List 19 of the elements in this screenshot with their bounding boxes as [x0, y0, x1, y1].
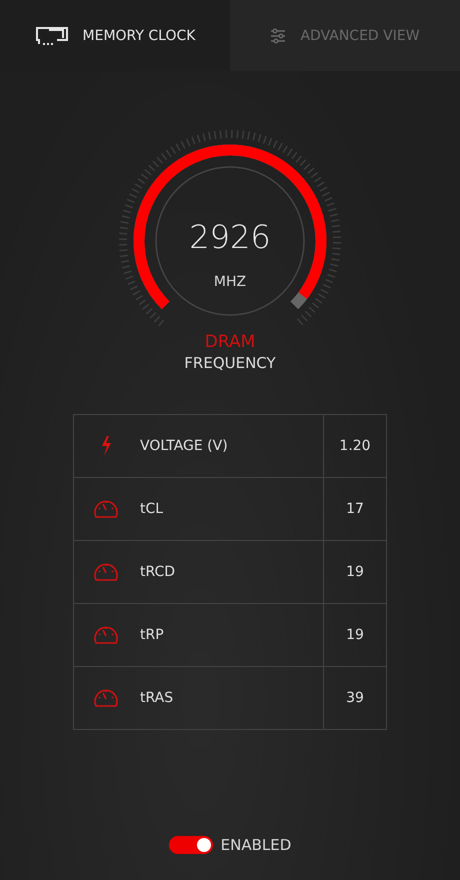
setting-value: 19: [345, 563, 365, 582]
setting-name: VOLTAGE (V): [140, 438, 228, 454]
setting-value: 19: [345, 626, 365, 645]
toggle-label: ENABLED: [220, 836, 292, 854]
frequency-unit: MHZ: [214, 274, 246, 290]
setting-value: 17: [345, 500, 365, 519]
gauge-subtitle: FREQUENCY: [184, 354, 276, 372]
sliders-icon: [270, 28, 286, 44]
gauge-title: DRAM: [204, 332, 256, 352]
setting-name: tCL: [140, 501, 164, 517]
memory-icon: [34, 26, 69, 46]
setting-name: tRCD: [140, 564, 176, 580]
setting-value: 39: [345, 689, 365, 708]
frequency-value: 2926: [189, 218, 271, 256]
toggle-switch[interactable]: [168, 836, 213, 854]
setting-value: 1.20: [338, 437, 372, 456]
setting-name: tRAS: [140, 690, 174, 706]
lightning-icon: [102, 436, 111, 456]
setting-name: tRP: [140, 627, 164, 643]
